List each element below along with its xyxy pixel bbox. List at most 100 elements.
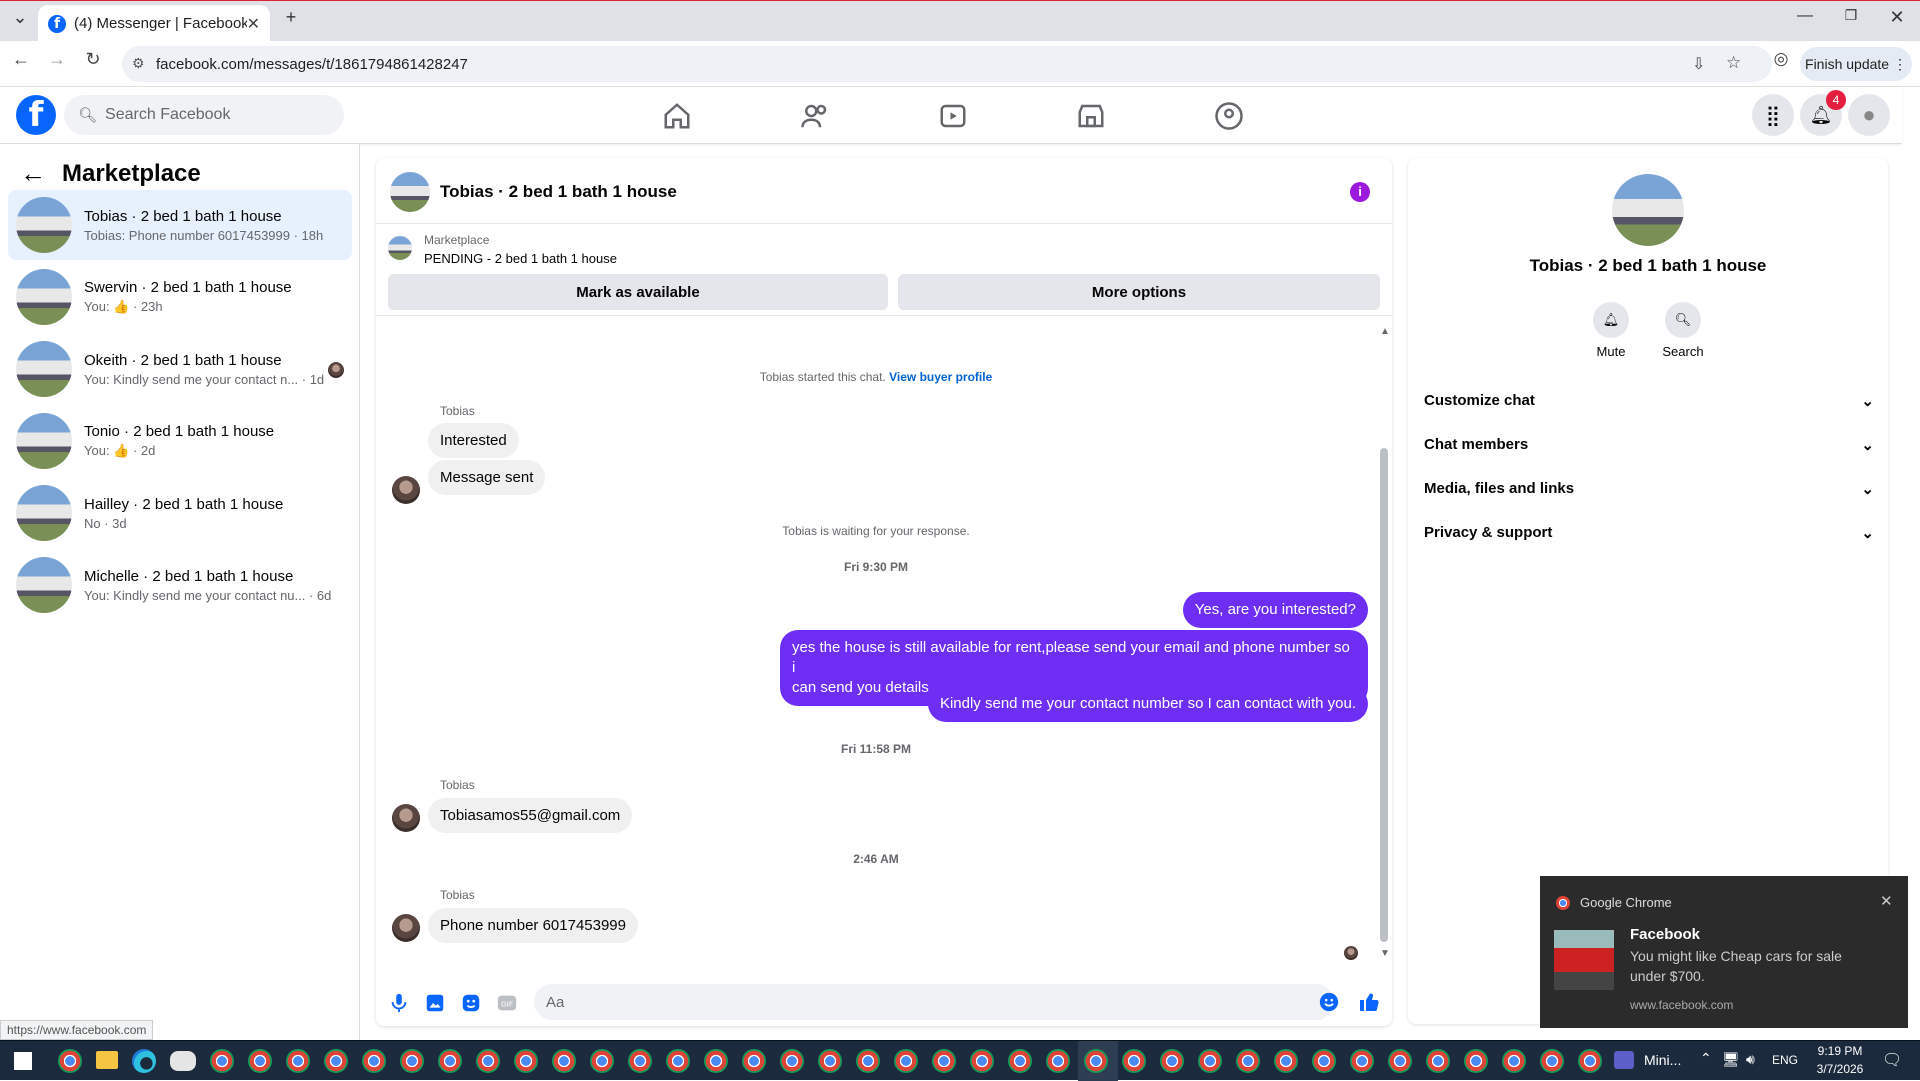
friends-icon[interactable] [800,101,830,131]
windows-start-icon[interactable] [14,1052,32,1070]
chrome-taskbar-icon[interactable] [248,1049,272,1073]
chrome-taskbar-icon[interactable] [1274,1049,1298,1073]
marketplace-icon[interactable] [1076,101,1106,131]
chrome-taskbar-icon[interactable] [1160,1049,1184,1073]
tab-search-chevron-icon[interactable]: ⌄ [5,7,35,28]
chrome-taskbar-icon[interactable] [1502,1049,1526,1073]
close-tab-icon[interactable]: ✕ [247,14,260,34]
scroll-down-arrow-icon[interactable]: ▼ [1380,948,1390,959]
forward-icon[interactable]: → [42,49,72,70]
account-avatar[interactable]: ● [1848,94,1890,136]
info-icon[interactable]: i [1350,182,1370,202]
scrollbar[interactable] [1380,448,1388,942]
back-icon[interactable]: ← [6,49,36,70]
incoming-message[interactable]: Message sent [428,460,546,495]
bookmark-star-icon[interactable]: ☆ [1726,53,1741,73]
chrome-taskbar-icon[interactable] [1578,1049,1602,1073]
chrome-taskbar-icon[interactable] [1540,1049,1564,1073]
chrome-taskbar-icon[interactable] [1046,1049,1070,1073]
chrome-taskbar-icon[interactable] [210,1049,234,1073]
tray-chevron-icon[interactable]: ⌃ [1700,1050,1712,1067]
minimize-icon[interactable]: — [1790,7,1820,25]
chat-members-section[interactable]: Chat members ⌄ [1424,436,1874,454]
media-files-links-section[interactable]: Media, files and links ⌄ [1424,480,1874,498]
mark-as-available-button[interactable]: Mark as available [388,274,888,310]
sender-avatar[interactable] [392,476,420,504]
photo-icon[interactable] [424,992,446,1014]
app-icon[interactable] [170,1051,196,1071]
customize-chat-section[interactable]: Customize chat ⌄ [1424,392,1874,410]
chrome-notification-toast[interactable]: Google Chrome ✕ Facebook You might like … [1540,876,1908,1028]
view-buyer-profile-link[interactable]: View buyer profile [889,370,992,384]
more-options-button[interactable]: More options [898,274,1380,310]
language-indicator[interactable]: ENG [1772,1053,1798,1067]
volume-icon[interactable]: 🔊︎ [1746,1051,1755,1068]
conversation-item[interactable]: Hailley · 2 bed 1 bath 1 house No · 3d [8,478,352,548]
chrome-taskbar-icon[interactable] [780,1049,804,1073]
chrome-taskbar-icon[interactable] [932,1049,956,1073]
file-explorer-icon[interactable] [96,1051,118,1069]
notification-center-icon[interactable]: 🗨︎ [1882,1050,1902,1070]
emoji-icon[interactable] [1318,991,1340,1013]
back-arrow-icon[interactable]: ← [20,158,46,189]
chrome-taskbar-icon[interactable] [1008,1049,1032,1073]
browser-tab[interactable]: f (4) Messenger | Facebook ✕ [38,5,270,42]
reload-icon[interactable]: ↻ [78,49,108,70]
outgoing-message[interactable]: Yes, are you interested? [1182,592,1368,628]
contact-avatar[interactable] [1612,174,1684,246]
chrome-taskbar-icon[interactable] [1350,1049,1374,1073]
chat-title[interactable]: Tobias · 2 bed 1 bath 1 house [440,182,677,202]
thumbs-up-icon[interactable] [1358,990,1382,1014]
incoming-message[interactable]: Phone number 6017453999 [428,908,638,943]
privacy-support-section[interactable]: Privacy & support ⌄ [1424,524,1874,542]
chrome-taskbar-icon[interactable] [514,1049,538,1073]
chrome-taskbar-icon[interactable] [476,1049,500,1073]
sticker-icon[interactable] [460,992,482,1014]
chrome-taskbar-icon[interactable] [362,1049,386,1073]
menu-grid-icon[interactable]: ⣿ [1752,94,1794,136]
chrome-taskbar-icon[interactable] [666,1049,690,1073]
message-input[interactable]: Aa [534,984,1334,1020]
conversation-item[interactable]: Swervin · 2 bed 1 bath 1 house You: 👍 · 2… [8,262,352,332]
chrome-taskbar-icon[interactable] [1388,1049,1412,1073]
chrome-taskbar-icon[interactable] [894,1049,918,1073]
video-icon[interactable] [938,101,968,131]
groups-icon[interactable] [1214,101,1244,131]
edge-icon[interactable] [132,1049,156,1073]
conversation-item[interactable]: Michelle · 2 bed 1 bath 1 house You: Kind… [8,550,352,620]
chrome-taskbar-icon[interactable] [58,1049,82,1073]
home-icon[interactable] [662,101,692,131]
chrome-taskbar-icon[interactable] [628,1049,652,1073]
teams-icon[interactable] [1614,1051,1634,1069]
clock-time[interactable]: 9:19 PM [1810,1044,1870,1058]
finish-update-button[interactable]: Finish update ⋮ [1800,47,1912,81]
chrome-taskbar-icon[interactable] [1198,1049,1222,1073]
facebook-logo-icon[interactable]: f [16,95,56,135]
chrome-taskbar-icon[interactable] [1122,1049,1146,1073]
facebook-search-input[interactable]: 🔍︎ Search Facebook [64,95,344,135]
mute-button[interactable]: 🔔︎ Mute [1576,302,1646,359]
sender-avatar[interactable] [392,914,420,942]
microphone-icon[interactable] [388,992,410,1014]
conversation-item[interactable]: Okeith · 2 bed 1 bath 1 house You: Kindly… [8,334,352,404]
chrome-taskbar-icon[interactable] [400,1049,424,1073]
gif-icon[interactable]: GIF [496,992,518,1014]
chrome-taskbar-icon[interactable] [1464,1049,1488,1073]
clock-date[interactable]: 3/7/2026 [1810,1062,1870,1076]
outgoing-message[interactable]: Kindly send me your contact number so I … [927,686,1368,722]
incoming-message[interactable]: Interested [428,423,519,458]
sender-avatar[interactable] [392,804,420,832]
chrome-taskbar-icon[interactable] [1426,1049,1450,1073]
profile-icon[interactable]: ◎ [1766,49,1796,69]
chrome-taskbar-icon[interactable] [704,1049,728,1073]
chrome-taskbar-icon[interactable] [286,1049,310,1073]
scroll-up-arrow-icon[interactable]: ▲ [1380,326,1390,337]
install-app-icon[interactable]: ⇩ [1692,54,1705,74]
chrome-taskbar-icon[interactable] [590,1049,614,1073]
conversation-item[interactable]: Tobias · 2 bed 1 bath 1 house Tobias: Pho… [8,190,352,260]
chrome-taskbar-icon[interactable] [1312,1049,1336,1073]
close-notification-icon[interactable]: ✕ [1880,892,1893,910]
chrome-taskbar-icon[interactable] [324,1049,348,1073]
site-info-icon[interactable]: ⚙ [132,55,145,72]
chrome-taskbar-icon[interactable] [818,1049,842,1073]
